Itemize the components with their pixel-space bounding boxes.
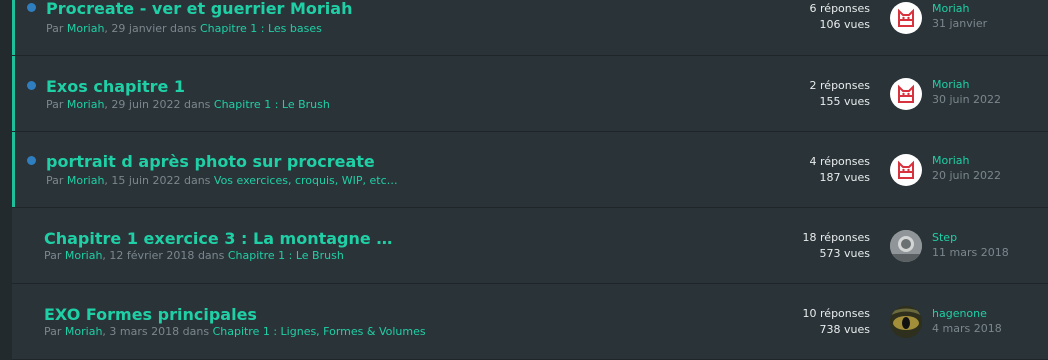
unread-indicator xyxy=(27,81,36,90)
view-count: 187 vues xyxy=(819,171,870,184)
step-photo-avatar-icon[interactable] xyxy=(890,230,922,262)
topic-date: 29 janvier xyxy=(111,22,167,35)
topic-row: portrait d après photo sur procreate Par… xyxy=(12,132,1048,208)
view-count: 738 vues xyxy=(819,323,870,336)
hagenone-eye-avatar-icon[interactable] xyxy=(890,306,922,338)
reply-count: 2 réponses xyxy=(809,79,870,92)
author-link[interactable]: Moriah xyxy=(67,22,105,35)
last-post-user-link[interactable]: Moriah xyxy=(932,153,1001,168)
topic-title-link[interactable]: Exos chapitre 1 xyxy=(46,77,185,96)
in-word: dans xyxy=(183,174,211,187)
last-post-date: 30 juin 2022 xyxy=(932,93,1002,106)
reply-count: 10 réponses xyxy=(802,307,870,320)
topic-meta: Par Moriah, 29 janvier dans Chapitre 1 :… xyxy=(46,22,322,35)
unread-indicator xyxy=(27,3,36,12)
topic-meta: Par Moriah, 3 mars 2018 dans Chapitre 1 … xyxy=(44,325,426,338)
category-link[interactable]: Chapitre 1 : Le Brush xyxy=(228,249,344,262)
category-link[interactable]: Chapitre 1 : Lignes, Formes & Volumes xyxy=(213,325,426,338)
reply-count: 6 réponses xyxy=(809,2,870,15)
topic-date: 15 juin 2022 xyxy=(111,174,181,187)
topic-date: 29 juin 2022 xyxy=(111,98,181,111)
by-prefix: Par xyxy=(44,325,62,338)
last-post-date: 31 janvier xyxy=(932,17,988,30)
topic-date: 12 février 2018 xyxy=(109,249,195,262)
view-count: 155 vues xyxy=(819,95,870,108)
last-post-user-link[interactable]: Moriah xyxy=(932,77,1001,92)
by-prefix: Par xyxy=(46,98,64,111)
category-link[interactable]: Chapitre 1 : Les bases xyxy=(200,22,322,35)
in-word: dans xyxy=(183,98,211,111)
topic-stats: 10 réponses 738 vues xyxy=(803,306,870,338)
reply-count: 4 réponses xyxy=(809,155,870,168)
by-prefix: Par xyxy=(46,22,64,35)
moriah-cat-avatar-icon[interactable] xyxy=(890,154,922,186)
topic-stats: 18 réponses 573 vues xyxy=(803,230,870,262)
author-link[interactable]: Moriah xyxy=(67,98,105,111)
in-word: dans xyxy=(182,325,210,338)
topic-row: Chapitre 1 exercice 3 : La montagne … Pa… xyxy=(12,208,1048,284)
author-link[interactable]: Moriah xyxy=(67,174,105,187)
topic-list: Procreate - ver et guerrier Moriah Par M… xyxy=(12,0,1048,360)
topic-title-link[interactable]: Procreate - ver et guerrier Moriah xyxy=(46,0,352,18)
last-post: Moriah 20 juin 2022 xyxy=(932,153,1001,183)
moriah-cat-avatar-icon[interactable] xyxy=(890,78,922,110)
category-link[interactable]: Vos exercices, croquis, WIP, etc… xyxy=(214,174,398,187)
last-post: Moriah 31 janvier xyxy=(932,1,987,31)
topic-title-link[interactable]: Chapitre 1 exercice 3 : La montagne … xyxy=(44,229,392,248)
moriah-cat-avatar-icon[interactable] xyxy=(890,2,922,34)
topic-title-link[interactable]: EXO Formes principales xyxy=(44,305,257,324)
last-post-user-link[interactable]: Moriah xyxy=(932,1,987,16)
topic-meta: Par Moriah, 29 juin 2022 dans Chapitre 1… xyxy=(46,98,330,111)
in-word: dans xyxy=(170,22,197,35)
topic-row: Exos chapitre 1 Par Moriah, 29 juin 2022… xyxy=(12,56,1048,132)
last-post: hagenone 4 mars 2018 xyxy=(932,306,1002,336)
topic-meta: Par Moriah, 15 juin 2022 dans Vos exerci… xyxy=(46,174,398,187)
unread-indicator xyxy=(27,156,36,165)
last-post-user-link[interactable]: Step xyxy=(932,230,1009,245)
last-post-user-link[interactable]: hagenone xyxy=(932,306,1002,321)
topic-stats: 4 réponses 187 vues xyxy=(810,154,870,186)
in-word: dans xyxy=(197,249,225,262)
author-link[interactable]: Moriah xyxy=(65,249,103,262)
topic-stats: 6 réponses 106 vues xyxy=(810,1,870,33)
topic-meta: Par Moriah, 12 février 2018 dans Chapitr… xyxy=(44,249,344,262)
last-post-date: 4 mars 2018 xyxy=(932,322,1002,335)
topic-stats: 2 réponses 155 vues xyxy=(810,78,870,110)
view-count: 106 vues xyxy=(819,18,870,31)
topic-date: 3 mars 2018 xyxy=(109,325,180,338)
last-post-date: 20 juin 2022 xyxy=(932,169,1002,182)
view-count: 573 vues xyxy=(819,247,870,260)
last-post: Moriah 30 juin 2022 xyxy=(932,77,1001,107)
last-post-date: 11 mars 2018 xyxy=(932,246,1009,259)
topic-title-link[interactable]: portrait d après photo sur procreate xyxy=(46,152,375,171)
reply-count: 18 réponses xyxy=(802,231,870,244)
topic-row: EXO Formes principales Par Moriah, 3 mar… xyxy=(12,284,1048,360)
by-prefix: Par xyxy=(46,174,64,187)
topic-row: Procreate - ver et guerrier Moriah Par M… xyxy=(12,0,1048,56)
last-post: Step 11 mars 2018 xyxy=(932,230,1009,260)
by-prefix: Par xyxy=(44,249,62,262)
author-link[interactable]: Moriah xyxy=(65,325,103,338)
category-link[interactable]: Chapitre 1 : Le Brush xyxy=(214,98,330,111)
